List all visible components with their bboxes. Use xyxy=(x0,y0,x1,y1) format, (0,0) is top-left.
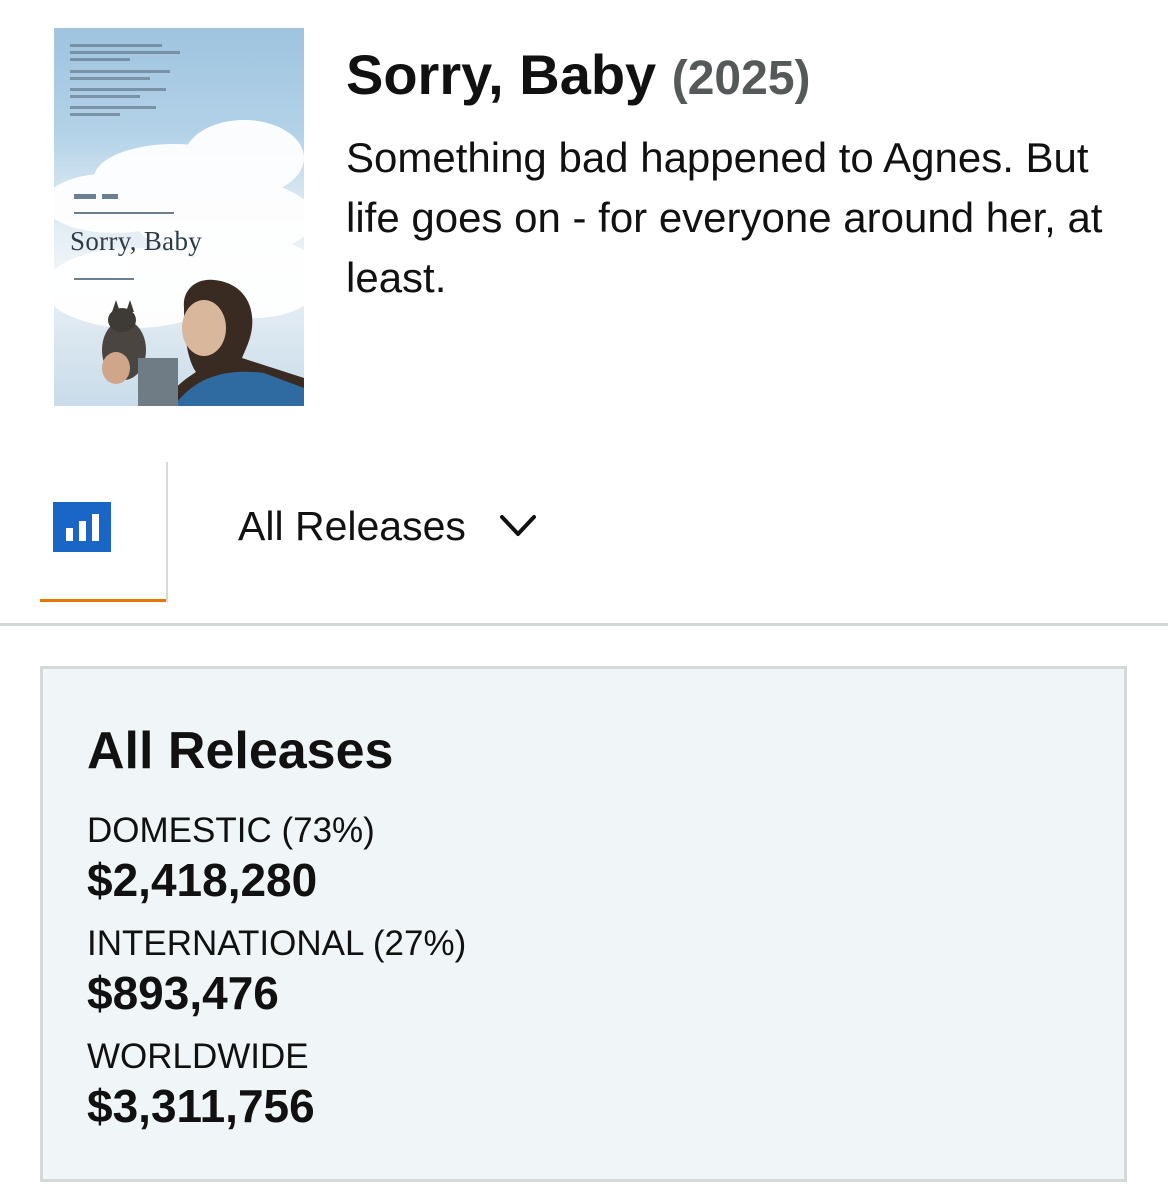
release-selector-label: All Releases xyxy=(238,502,466,549)
release-selector-dropdown[interactable]: All Releases xyxy=(238,496,538,556)
active-tab-underline xyxy=(40,599,166,602)
domestic-value: $2,418,280 xyxy=(87,854,318,906)
tab-chart[interactable] xyxy=(40,462,168,602)
domestic-label: DOMESTIC (73%) xyxy=(87,811,375,850)
section-divider xyxy=(0,623,1168,626)
chevron-down-icon xyxy=(499,515,536,536)
page: Sorry, Baby Sorry, Baby (2025) Something… xyxy=(0,0,1168,1200)
worldwide-value: $3,311,756 xyxy=(87,1080,315,1132)
release-summary-box: All Releases DOMESTIC (73%) $2,418,280 I… xyxy=(40,666,1127,1182)
international-value: $893,476 xyxy=(87,967,279,1019)
bar-chart-icon xyxy=(53,502,111,552)
worldwide-label: WORLDWIDE xyxy=(87,1037,309,1076)
movie-tagline: Something bad happened to Agnes. But lif… xyxy=(346,134,1103,301)
movie-title-text: Sorry, Baby xyxy=(346,43,657,106)
poster-title: Sorry, Baby xyxy=(70,226,203,256)
movie-poster[interactable]: Sorry, Baby xyxy=(54,28,304,406)
poster-artwork xyxy=(54,44,304,406)
international-label: INTERNATIONAL (27%) xyxy=(87,924,467,963)
summary-heading: All Releases xyxy=(87,722,394,780)
movie-year: (2025) xyxy=(671,52,811,105)
movie-title: Sorry, Baby (2025) xyxy=(346,42,811,112)
